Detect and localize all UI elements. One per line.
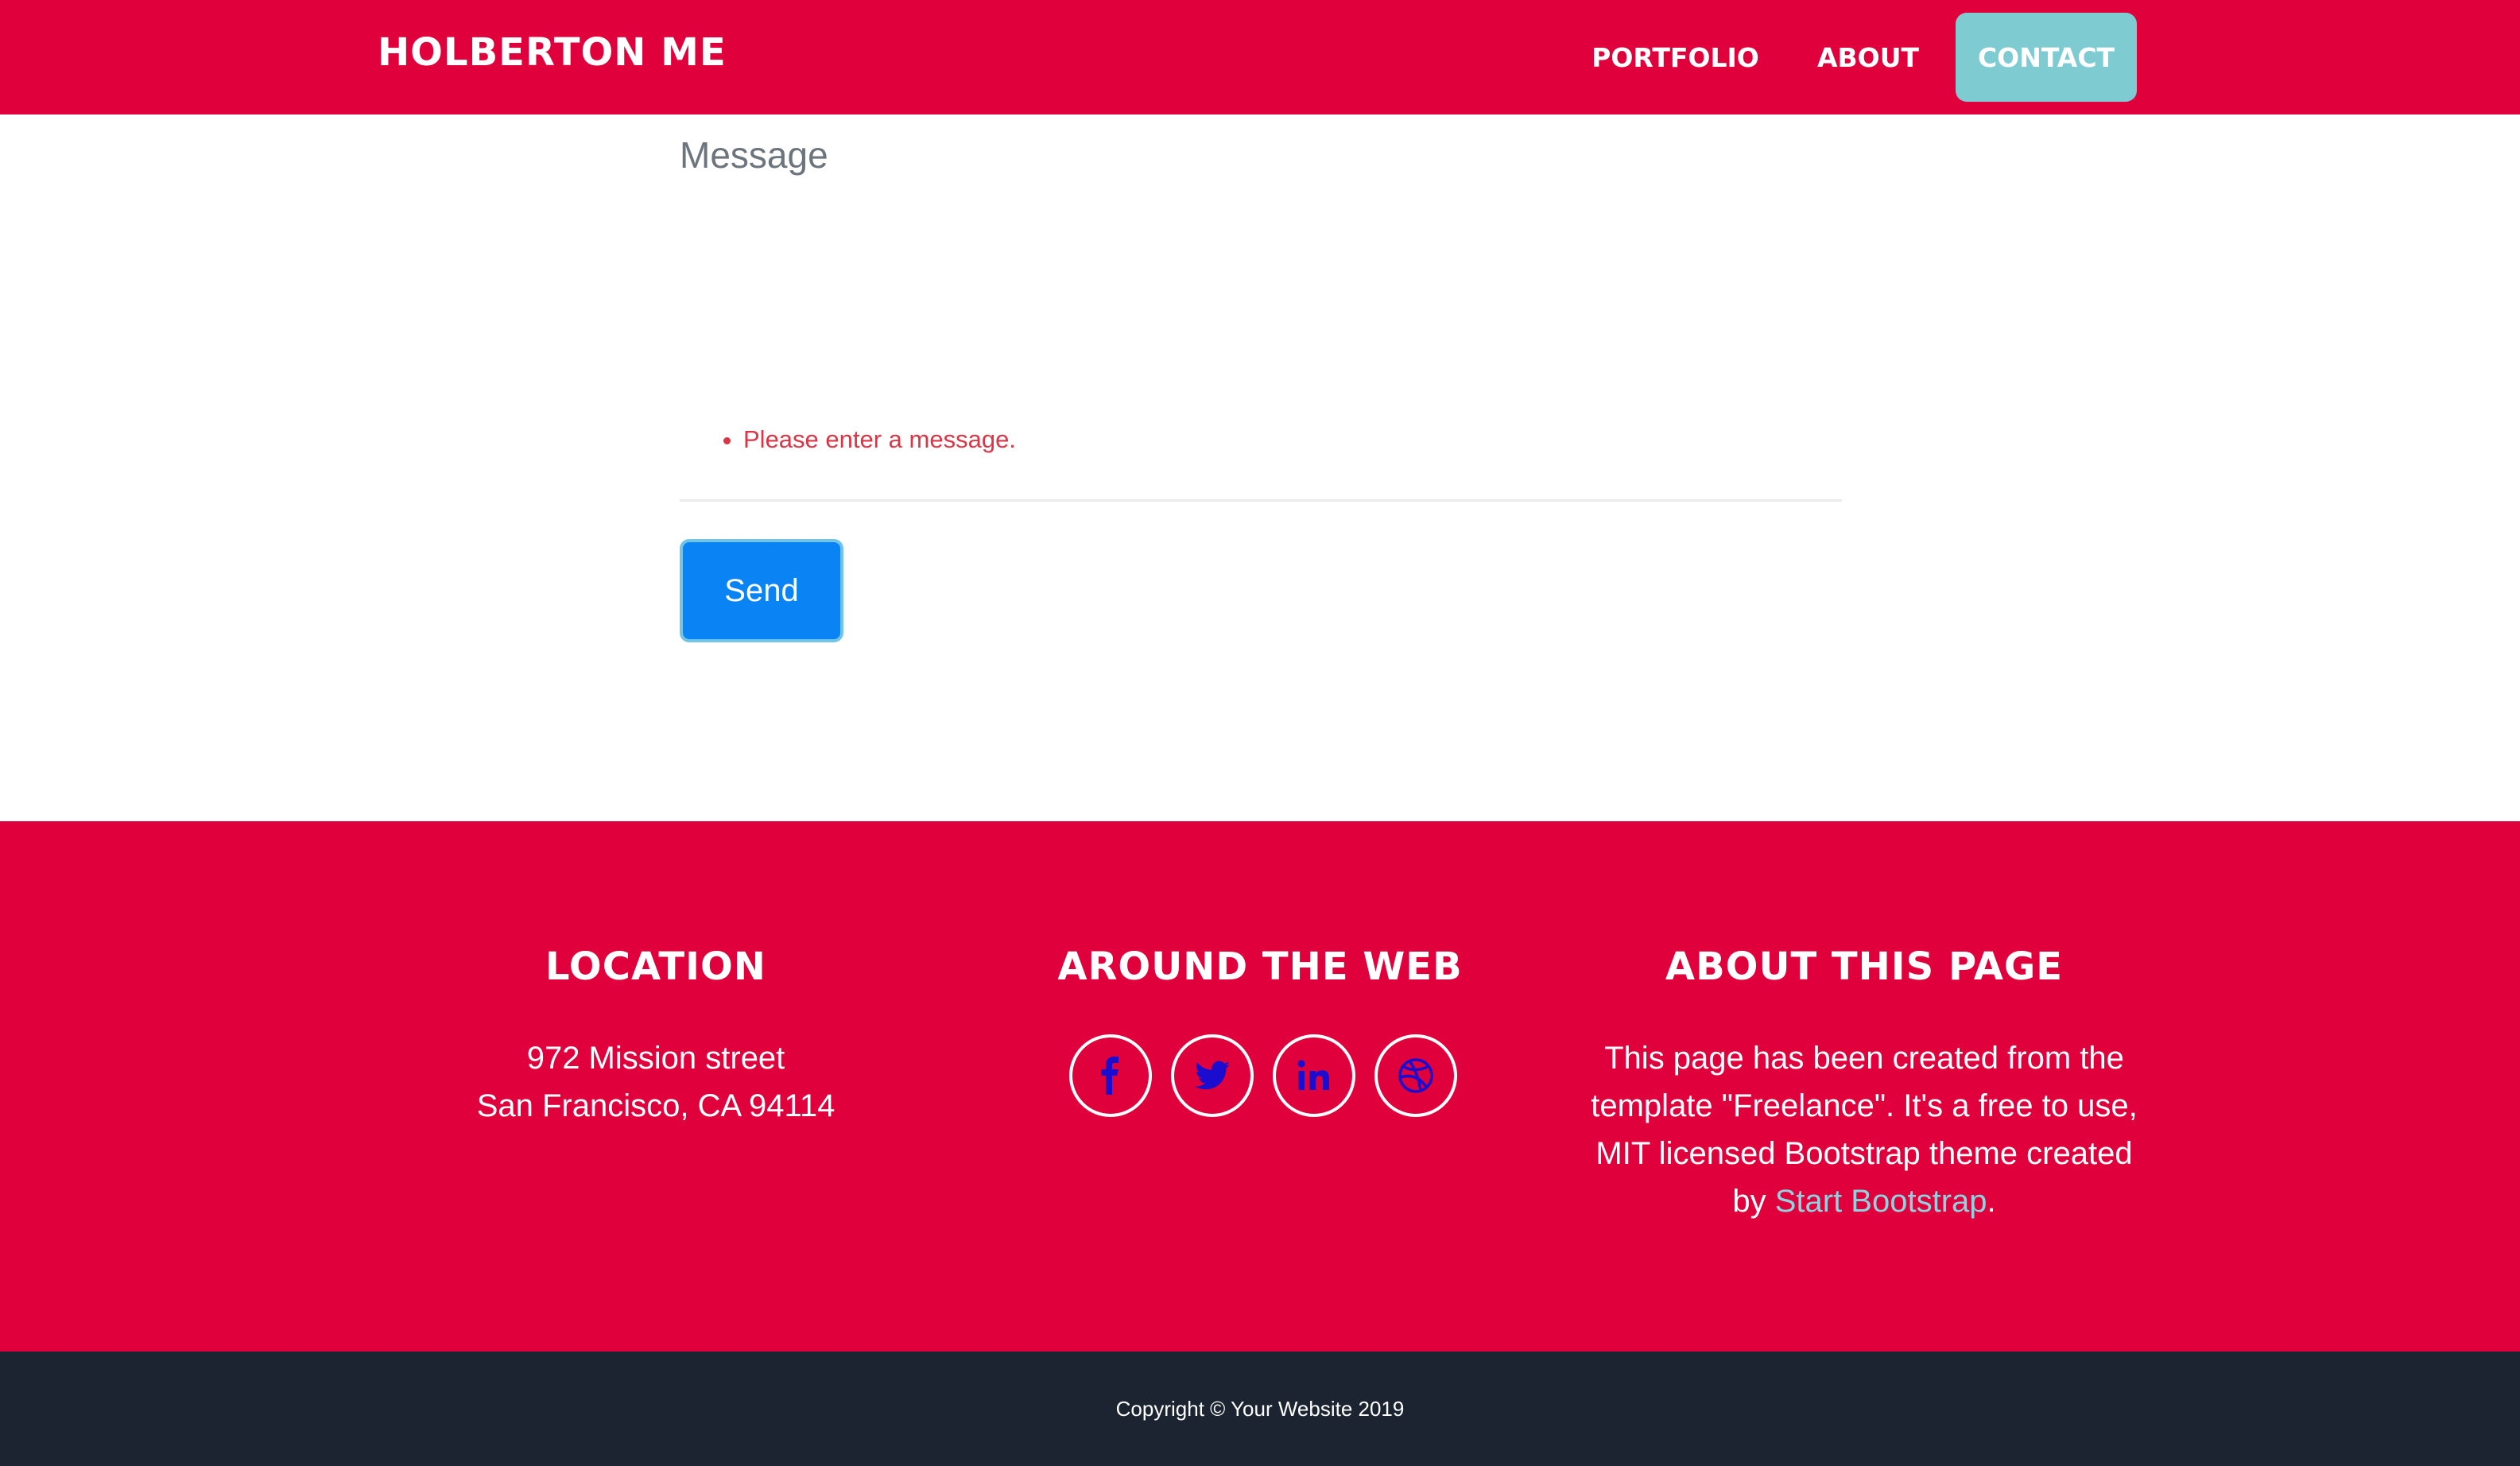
facebook-glyph: [1101, 1057, 1118, 1095]
linkedin-icon[interactable]: [1273, 1034, 1355, 1117]
send-button[interactable]: Send: [680, 539, 843, 642]
nav-about[interactable]: ABOUT: [1801, 13, 1936, 102]
footer-location: LOCATION 972 Mission street San Francisc…: [457, 821, 855, 1352]
about-period: .: [1987, 1184, 1996, 1219]
twitter-icon[interactable]: [1171, 1034, 1254, 1117]
twitter-glyph: [1195, 1061, 1230, 1090]
dribbble-icon[interactable]: [1374, 1034, 1457, 1117]
copyright-text: Copyright © Your Website 2019: [1115, 1396, 1405, 1421]
form-divider: [680, 499, 1842, 502]
error-message: Please enter a message.: [743, 425, 1016, 454]
address-line-1: 972 Mission street: [526, 1041, 785, 1076]
location-address: 972 Mission street San Francisco, CA 941…: [457, 1034, 855, 1130]
footer-around-web: AROUND THE WEB: [1033, 821, 1487, 1352]
facebook-icon[interactable]: [1069, 1034, 1152, 1117]
brand-logo[interactable]: HOLBERTON ME: [378, 30, 727, 75]
copyright-bar: Copyright © Your Website 2019: [0, 1352, 2520, 1466]
page: HOLBERTON ME PORTFOLIO ABOUT CONTACT Mes…: [0, 0, 2520, 1466]
error-list: Please enter a message.: [711, 425, 1016, 454]
navbar: HOLBERTON ME PORTFOLIO ABOUT CONTACT: [0, 0, 2520, 114]
start-bootstrap-link[interactable]: Start Bootstrap: [1775, 1184, 1987, 1219]
nav-contact[interactable]: CONTACT: [1956, 13, 2137, 102]
about-text: This page has been created from the temp…: [1582, 1034, 2146, 1225]
footer: LOCATION 972 Mission street San Francisc…: [0, 821, 2520, 1352]
location-heading: LOCATION: [545, 944, 766, 989]
dribbble-glyph: [1398, 1058, 1433, 1093]
nav-portfolio[interactable]: PORTFOLIO: [1578, 13, 1773, 102]
about-heading: ABOUT THIS PAGE: [1665, 944, 2064, 989]
message-textarea[interactable]: [680, 191, 1842, 398]
address-line-2: San Francisco, CA 94114: [476, 1088, 835, 1123]
footer-about: ABOUT THIS PAGE This page has been creat…: [1582, 821, 2146, 1352]
around-web-heading: AROUND THE WEB: [1057, 944, 1463, 989]
social-links: [1069, 1034, 1457, 1117]
message-label: Message: [680, 134, 828, 176]
linkedin-glyph: [1297, 1060, 1329, 1090]
